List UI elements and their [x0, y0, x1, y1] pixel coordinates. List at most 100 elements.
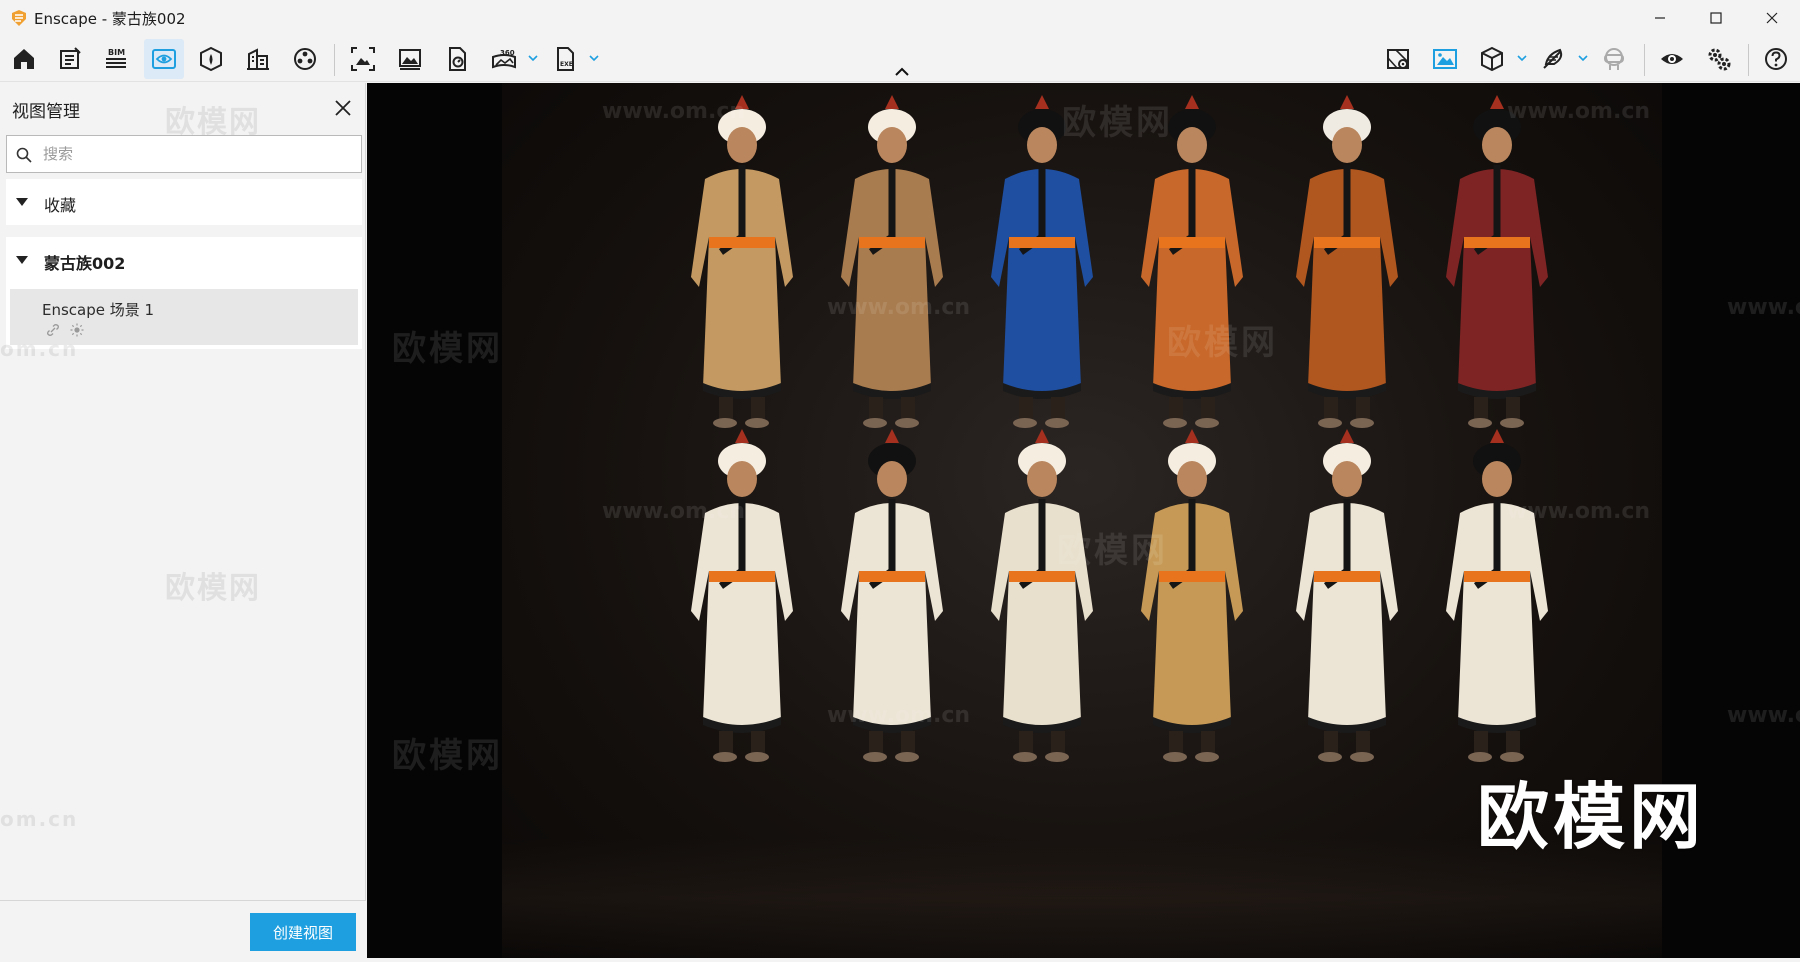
figure-graphic	[691, 429, 793, 762]
viewport-watermark: 欧模网	[1057, 531, 1168, 571]
sun-icon[interactable]	[70, 323, 84, 337]
panel-watermark: 欧模网	[165, 105, 261, 140]
feather-button[interactable]	[1533, 39, 1573, 79]
figure	[807, 87, 977, 467]
viewport-watermark-url: www.om.cn	[1727, 295, 1800, 320]
figure	[1262, 87, 1432, 467]
bim-icon: BIM	[106, 48, 126, 68]
create-view-button[interactable]: 创建视图	[250, 913, 356, 951]
viewport-watermark: 欧模网	[392, 329, 503, 369]
caret-down-icon[interactable]	[14, 254, 30, 266]
figure	[657, 421, 827, 801]
export-icon	[449, 47, 466, 71]
assets-icon	[200, 46, 222, 72]
feather-icon	[1543, 48, 1563, 69]
figure-graphic	[841, 429, 943, 762]
help-button[interactable]	[1756, 39, 1796, 79]
figure-graphic	[1141, 429, 1243, 762]
figure-graphic	[1296, 95, 1398, 428]
home-icon	[14, 49, 34, 69]
toolbar-separator	[1644, 44, 1645, 76]
link-icon[interactable]	[46, 323, 60, 337]
cube-dropdown-button[interactable]	[1515, 50, 1529, 66]
vr-button[interactable]	[1594, 39, 1634, 79]
screenshot-button[interactable]	[343, 39, 383, 79]
settings-icon	[1708, 48, 1731, 71]
exe-export-icon: EXE	[557, 47, 574, 71]
toolbar-separator	[1748, 44, 1749, 76]
materials-button[interactable]	[285, 39, 325, 79]
viewport-watermark-url: www.om.cn	[602, 99, 746, 124]
toolbar-separator	[334, 44, 335, 76]
collapse-toolbar-chevron-icon[interactable]	[893, 66, 911, 78]
viewport-watermark-url: www.om.cn	[1507, 499, 1651, 524]
materials-icon	[294, 48, 316, 70]
view-manager-panel: 视图管理 收藏 蒙古族002 Enscape 场景 1 欧模网 om.cn 欧模…	[0, 83, 366, 958]
panel-watermark-url: om.cn	[0, 337, 79, 361]
bim-button[interactable]: BIM	[96, 39, 136, 79]
panorama-icon: 360	[492, 49, 516, 69]
close-icon	[335, 100, 351, 116]
minimize-button[interactable]	[1632, 0, 1688, 36]
export-button[interactable]	[437, 39, 477, 79]
favorites-section: 收藏	[6, 179, 362, 225]
search-input[interactable]	[43, 142, 343, 166]
visual-settings-button[interactable]	[1652, 39, 1692, 79]
caret-down-icon[interactable]	[14, 196, 30, 208]
minimize-icon	[1655, 17, 1665, 19]
views-icon	[152, 49, 176, 69]
image-panel-button[interactable]	[1425, 39, 1465, 79]
viewport-brand-watermark: 欧模网	[1476, 775, 1705, 859]
view-manager-button[interactable]	[50, 39, 90, 79]
scene-section-header[interactable]: 蒙古族002	[6, 237, 362, 283]
render-viewport[interactable]: 欧模网 www.om.cn www.om.cn 欧模网 www.om.cn 欧模…	[367, 83, 1800, 958]
help-icon	[1765, 48, 1787, 70]
figure	[957, 87, 1127, 467]
close-icon	[1766, 12, 1778, 24]
favorites-label: 收藏	[44, 196, 77, 215]
screenshot-icon	[351, 47, 375, 71]
viewport-watermark-url: www.om.cn	[827, 703, 971, 728]
viewport-watermark-url: www.om.cn	[1727, 703, 1800, 728]
panorama-dropdown-button[interactable]	[526, 50, 540, 66]
maximize-icon	[1710, 12, 1722, 24]
maximize-button[interactable]	[1688, 0, 1744, 36]
close-window-button[interactable]	[1744, 0, 1800, 36]
favorites-section-header[interactable]: 收藏	[6, 179, 362, 225]
map-icon	[1387, 49, 1409, 69]
enscape-logo-icon	[12, 10, 26, 26]
panorama-button[interactable]: 360	[484, 39, 524, 79]
figure-graphic	[1446, 95, 1548, 428]
panel-watermark-url: om.cn	[0, 807, 79, 831]
cube-icon	[1481, 46, 1503, 72]
building-button[interactable]	[238, 39, 278, 79]
image-icon	[1433, 49, 1457, 69]
window-title: Enscape - 蒙古族002	[34, 9, 186, 28]
figure	[1107, 87, 1277, 467]
feather-dropdown-button[interactable]	[1576, 50, 1590, 66]
views-button[interactable]	[144, 39, 184, 79]
chevron-down-icon	[1578, 55, 1588, 62]
figure-graphic	[1446, 429, 1548, 762]
home-button[interactable]	[4, 39, 44, 79]
cube-button[interactable]	[1472, 39, 1512, 79]
viewport-watermark: 欧模网	[392, 736, 503, 776]
eye-icon	[1661, 54, 1683, 64]
assets-button[interactable]	[191, 39, 231, 79]
settings-button[interactable]	[1699, 39, 1739, 79]
title-bar: Enscape - 蒙古族002	[0, 0, 1800, 36]
exe-label: EXE	[560, 61, 573, 68]
scene-section-label: 蒙古族002	[44, 254, 126, 273]
map-button[interactable]	[1378, 39, 1418, 79]
batch-render-button[interactable]	[390, 39, 430, 79]
figure	[957, 421, 1127, 801]
figure	[1262, 421, 1432, 801]
panel-close-button[interactable]	[330, 95, 356, 121]
search-icon	[16, 147, 32, 163]
scene-section: 蒙古族002 Enscape 场景 1	[6, 237, 362, 349]
panel-watermark: 欧模网	[165, 571, 261, 606]
export-dropdown-button[interactable]	[587, 50, 601, 66]
exe-export-button[interactable]: EXE	[545, 39, 585, 79]
figure	[1412, 421, 1582, 801]
viewport-watermark-url: www.om.cn	[1507, 99, 1651, 124]
